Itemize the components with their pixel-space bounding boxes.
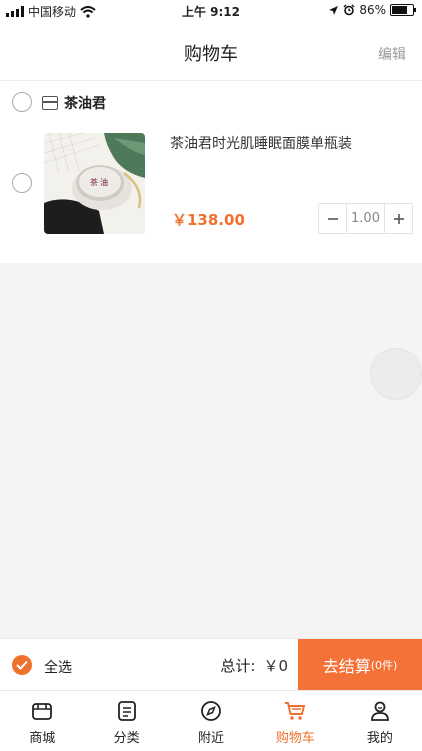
quantity-stepper: 1.00	[318, 203, 413, 234]
select-all-checkbox[interactable]	[12, 655, 32, 675]
alarm-clock-icon	[343, 4, 355, 16]
product-name[interactable]: 茶油君时光肌睡眠面膜单瓶装	[170, 133, 352, 153]
store-name: 茶油君	[64, 96, 106, 112]
svg-text:油: 油	[100, 177, 108, 187]
checkout-bar: 全选 总计: ￥0 去结算 (0件)	[0, 638, 422, 690]
minus-icon	[327, 217, 338, 220]
cart-store-card: 茶油君 茶 油 茶油君时光肌睡眠面膜单瓶装 ￥138.00 1.00	[0, 81, 422, 263]
tab-label: 购物车	[275, 731, 315, 746]
tab-cart[interactable]: 购物车	[253, 691, 337, 751]
compass-icon	[201, 701, 221, 721]
battery-percent: 86%	[359, 3, 386, 17]
svg-text:茶: 茶	[90, 177, 98, 187]
tab-category[interactable]: 分类	[84, 691, 168, 751]
shop-icon	[42, 96, 58, 110]
checkmark-icon	[16, 660, 28, 670]
edit-button[interactable]: 编辑	[378, 44, 406, 64]
tab-label: 我的	[366, 731, 393, 746]
tab-nearby[interactable]: 附近	[169, 691, 253, 751]
total-price: 总计: ￥0	[220, 655, 288, 676]
plus-icon	[393, 213, 404, 224]
location-arrow-icon	[329, 5, 339, 15]
store-select-radio[interactable]	[12, 92, 32, 112]
user-icon	[370, 701, 389, 721]
increase-quantity-button[interactable]	[385, 204, 412, 233]
total-value: ￥0	[263, 657, 288, 675]
battery-icon	[390, 4, 416, 16]
nav-header: 购物车 编辑	[0, 22, 422, 81]
tab-label: 商城	[29, 731, 56, 746]
checkout-count: (0件)	[370, 658, 398, 672]
item-select-radio[interactable]	[12, 173, 32, 193]
total-label: 总计:	[220, 657, 256, 675]
list-icon	[117, 701, 136, 721]
tab-profile[interactable]: 我的	[338, 691, 422, 751]
product-price: ￥138.00	[172, 211, 245, 229]
tab-store[interactable]: 商城	[0, 691, 84, 751]
product-image: 茶 油	[44, 133, 145, 234]
store-icon	[32, 703, 53, 720]
page-title: 购物车	[184, 44, 238, 65]
tab-label: 附近	[198, 731, 225, 746]
battery-fill	[392, 6, 408, 14]
product-thumbnail[interactable]: 茶 油	[44, 133, 145, 234]
select-all-label[interactable]: 全选	[44, 657, 72, 677]
checkout-button[interactable]: 去结算 (0件)	[298, 639, 422, 690]
checkout-label: 去结算	[322, 656, 371, 676]
status-bar: 中国移动 上午 9:12 86%	[0, 0, 422, 22]
decrease-quantity-button[interactable]	[319, 204, 346, 233]
quantity-input[interactable]: 1.00	[346, 204, 385, 233]
store-header[interactable]: 茶油君	[42, 93, 106, 113]
status-right: 86%	[328, 3, 416, 17]
cart-icon	[285, 702, 306, 720]
bottom-tab-bar: 商城 分类 附近 购物车 我的	[0, 690, 422, 751]
tab-label: 分类	[113, 731, 140, 746]
floating-assistive-button[interactable]	[370, 348, 422, 400]
